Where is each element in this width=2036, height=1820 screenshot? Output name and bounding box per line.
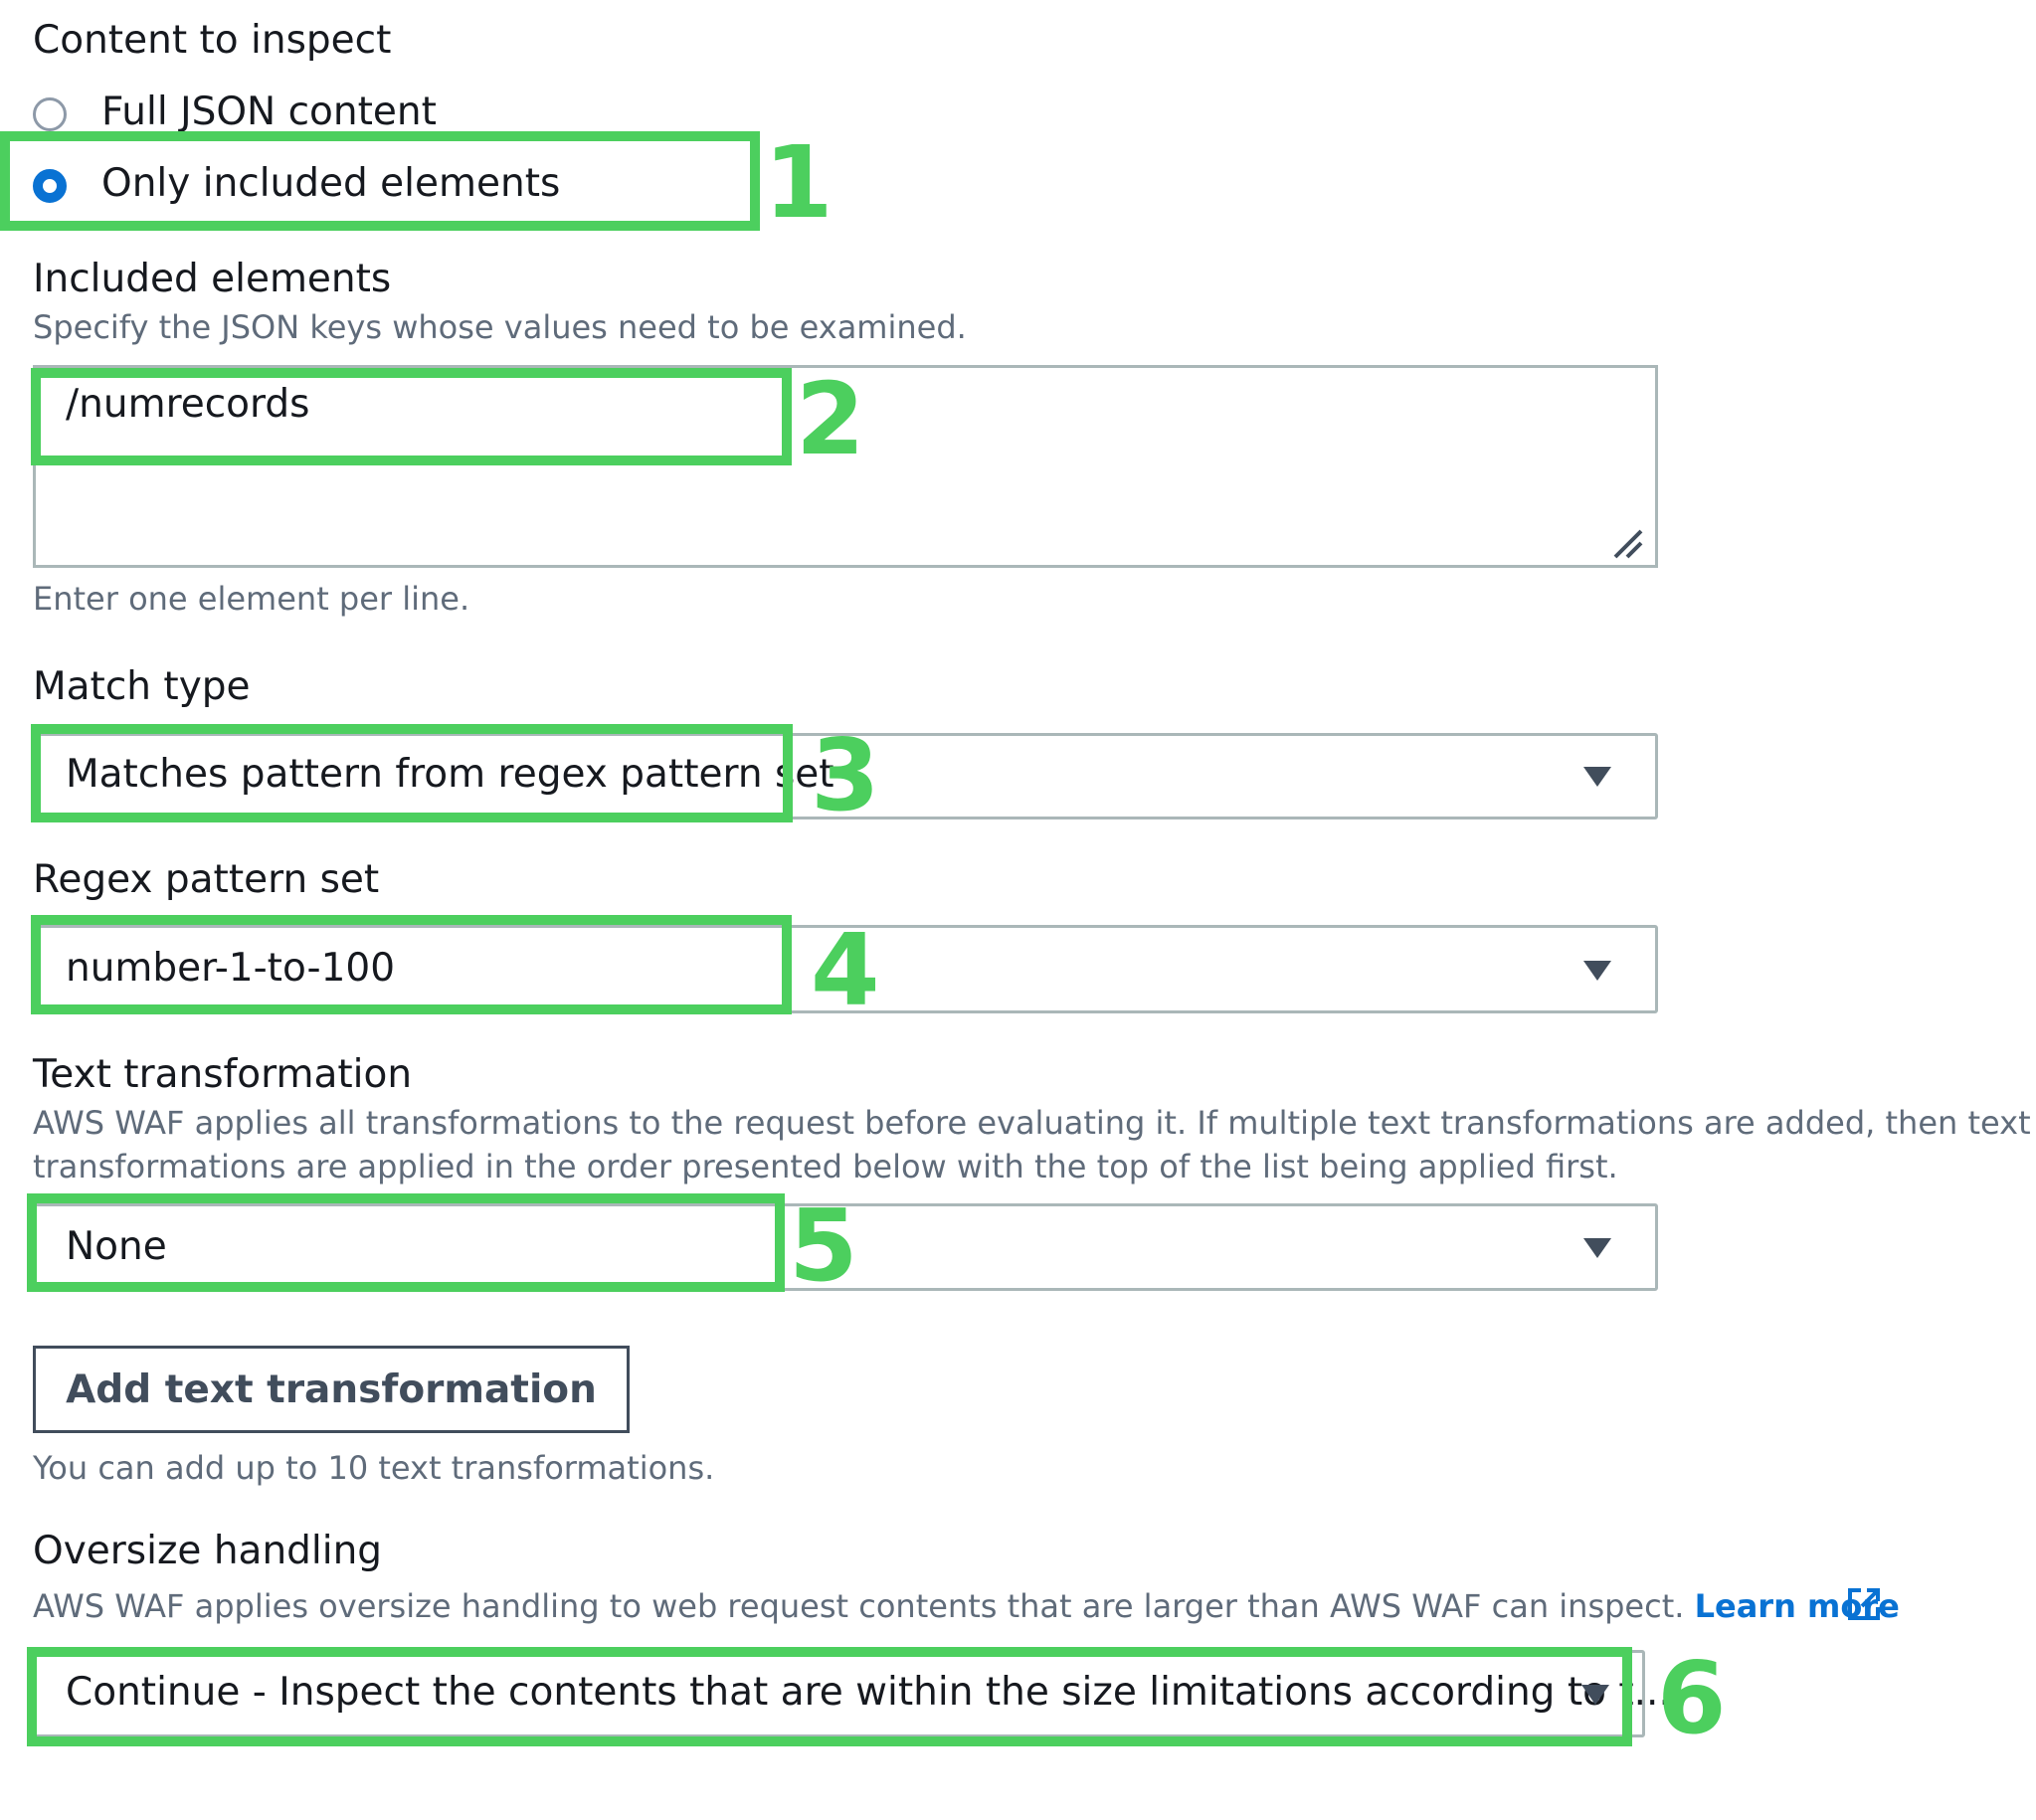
caret-down-icon	[1583, 767, 1611, 787]
annotation-number-6: 6	[1657, 1640, 1727, 1756]
radio-full-json-content-label[interactable]: Full JSON content	[101, 90, 437, 134]
annotation-box-5	[27, 1193, 785, 1292]
external-link-icon[interactable]	[1845, 1585, 1883, 1623]
oversize-handling-description: AWS WAF applies oversize handling to web…	[33, 1587, 1900, 1625]
text-transformation-label: Text transformation	[33, 1052, 413, 1097]
included-elements-description: Specify the JSON keys whose values need …	[33, 308, 967, 346]
annotation-box-6	[27, 1647, 1632, 1746]
included-elements-hint: Enter one element per line.	[33, 580, 470, 618]
caret-down-icon	[1583, 961, 1611, 981]
annotation-number-2: 2	[796, 361, 865, 477]
annotation-number-4: 4	[811, 912, 880, 1028]
text-transformation-hint: You can add up to 10 text transformation…	[33, 1449, 715, 1487]
annotation-box-2	[31, 368, 792, 465]
included-elements-label: Included elements	[33, 257, 392, 301]
regex-pattern-set-label: Regex pattern set	[33, 857, 380, 902]
oversize-handling-label: Oversize handling	[33, 1529, 383, 1573]
annotation-box-4	[31, 915, 792, 1014]
match-type-label: Match type	[33, 664, 251, 709]
oversize-handling-description-text: AWS WAF applies oversize handling to web…	[33, 1587, 1685, 1625]
caret-down-icon	[1583, 1238, 1611, 1258]
annotation-box-3	[31, 724, 793, 822]
add-text-transformation-button[interactable]: Add text transformation	[33, 1346, 630, 1433]
resize-handle-icon[interactable]	[1611, 527, 1645, 561]
content-to-inspect-label: Content to inspect	[33, 18, 392, 63]
annotation-number-1: 1	[764, 124, 833, 241]
annotation-box-1	[0, 131, 760, 231]
annotation-number-5: 5	[789, 1187, 858, 1304]
annotation-number-3: 3	[811, 717, 880, 833]
radio-full-json-content[interactable]	[33, 97, 67, 131]
text-transformation-description-2: transformations are applied in the order…	[33, 1148, 1618, 1185]
text-transformation-description-1: AWS WAF applies all transformations to t…	[33, 1104, 2031, 1142]
